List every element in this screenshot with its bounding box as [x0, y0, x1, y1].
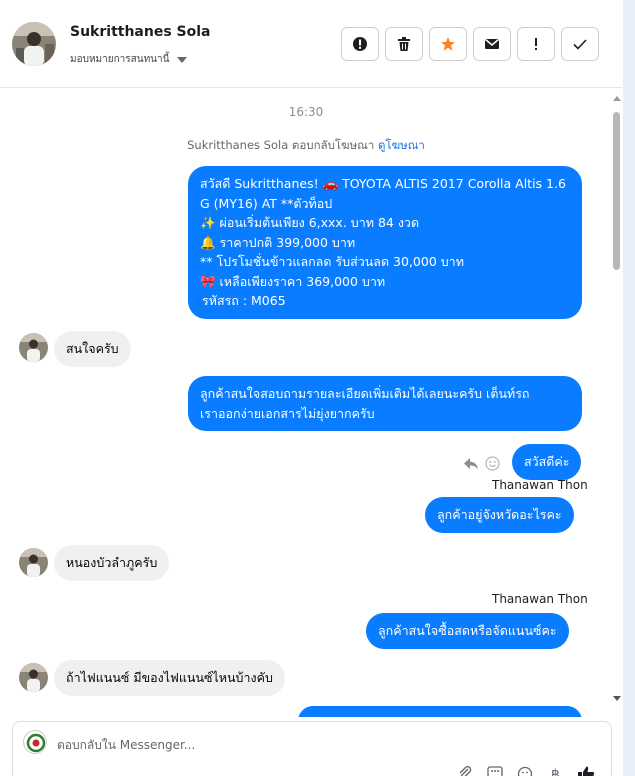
ad-reply-note: Sukritthanes Sola ตอบกลับโฆษณา ดูโฆษณา [0, 137, 612, 155]
sender-name: Thanawan Thon [492, 478, 588, 492]
incoming-message[interactable]: หนองบัวลำภูครับ [54, 545, 170, 581]
ad-reply-text: Sukritthanes Sola ตอบกลับโฆษณา [187, 138, 375, 152]
paperclip-icon[interactable] [457, 766, 473, 776]
mark-done-button[interactable] [561, 27, 599, 61]
sender-name: Thanawan Thon [492, 592, 588, 606]
message-line: เราออกง่ายเอกสารไม่ยุ่งยากครับ [200, 405, 375, 421]
emoji-reaction-icon[interactable] [485, 456, 500, 471]
ad-line: รหัสรถ : M065 [202, 293, 286, 308]
outgoing-message[interactable]: ลูกค้าสนใจซื้อสดหรือจัดแนนซ์คะ [366, 613, 569, 649]
message-thread[interactable]: 16:30 Sukritthanes Sola ตอบกลับโฆษณา ดูโ… [0, 89, 612, 717]
reply-icon[interactable] [463, 457, 479, 471]
outgoing-message-partial[interactable] [298, 706, 582, 717]
star-button[interactable] [429, 27, 467, 61]
assign-label: มอบหมายการสนทนานี้ [70, 54, 170, 65]
trash-icon [398, 37, 410, 51]
mark-important-button[interactable] [517, 27, 555, 61]
ad-line: สวัสดี Sukritthanes! 🚗 TOYOTA ALTIS 2017… [200, 176, 566, 191]
page-avatar [23, 730, 47, 754]
exclamation-icon [535, 38, 537, 50]
thumbs-up-icon[interactable] [577, 766, 595, 776]
contact-mini-avatar [19, 548, 48, 577]
outgoing-message[interactable]: สวัสดีค่ะ [512, 444, 582, 480]
scroll-up-arrow-icon[interactable] [613, 96, 621, 101]
incoming-message[interactable]: ถ้าไฟแนนซ์ มีของไฟแนนซ์ไหนบ้างคับ [54, 660, 285, 696]
caret-down-icon [177, 56, 188, 63]
baht-icon[interactable]: ฿ [547, 766, 563, 776]
composer-toolbar: ฿ [457, 766, 595, 776]
mark-unread-button[interactable] [473, 27, 511, 61]
window-edge [623, 0, 635, 776]
message-actions [463, 456, 500, 471]
grid-icon[interactable] [487, 766, 503, 776]
ad-line: 🎀 เหลือเพียงราคา 369,000 บาท [200, 273, 386, 289]
ad-line: 🔔 ราคาปกติ 399,000 บาท [200, 234, 356, 250]
star-icon [441, 37, 455, 51]
scroll-down-arrow-icon[interactable] [613, 696, 621, 701]
contact-mini-avatar [19, 333, 48, 362]
delete-button[interactable] [385, 27, 423, 61]
ad-line: ** โปรโมชั่นข้าวแลกลด รับส่วนลด 30,000 บ… [200, 254, 464, 269]
spam-button[interactable] [341, 27, 379, 61]
assign-dropdown[interactable]: มอบหมายการสนทนานี้ [70, 52, 188, 67]
reply-composer: ฿ [12, 721, 612, 776]
incoming-message[interactable]: สนใจครับ [54, 331, 131, 367]
message-line: ลูกค้าสนใจสอบถามรายละเอียดเพิ่มเติมได้เล… [200, 386, 530, 401]
outgoing-message[interactable]: ลูกค้าสนใจสอบถามรายละเอียดเพิ่มเติมได้เล… [188, 376, 582, 431]
contact-mini-avatar [19, 663, 48, 692]
check-icon [573, 39, 587, 50]
header-actions [341, 27, 599, 61]
reply-input[interactable] [57, 735, 557, 755]
ad-line: G (MY16) AT **ตัวท็อป [200, 195, 333, 211]
conversation-header: Sukritthanes Sola มอบหมายการสนทนานี้ [0, 0, 622, 88]
envelope-icon [485, 38, 499, 49]
ad-message-bubble[interactable]: สวัสดี Sukritthanes! 🚗 TOYOTA ALTIS 2017… [188, 166, 582, 319]
exclamation-circle-icon [353, 37, 367, 51]
contact-name[interactable]: Sukritthanes Sola [70, 24, 210, 40]
outgoing-message[interactable]: ลูกค้าอยู่จังหวัดอะไรคะ [425, 497, 574, 533]
scrollbar-thumb[interactable] [613, 112, 620, 270]
contact-avatar[interactable] [12, 22, 56, 66]
ad-line: ✨ ผ่อนเริ่มต้นเพียง 6,xxx. บาท 84 งวด [200, 215, 420, 230]
view-ad-link[interactable]: ดูโฆษณา [378, 138, 425, 152]
svg-text:฿: ฿ [551, 767, 560, 776]
timestamp: 16:30 [288, 105, 324, 119]
messenger-window: Sukritthanes Sola มอบหมายการสนทนานี้ 16:… [0, 0, 635, 776]
emoji-icon[interactable] [517, 766, 533, 776]
